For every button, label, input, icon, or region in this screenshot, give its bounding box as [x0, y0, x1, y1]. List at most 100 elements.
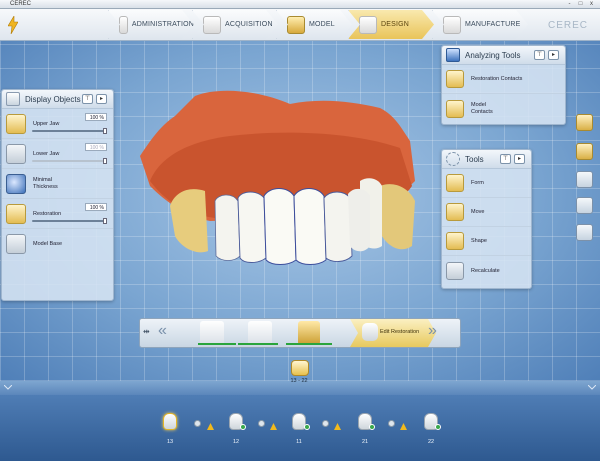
display-item-restoration[interactable]: Restoration 100 % [2, 199, 113, 229]
step-preparation-icon[interactable] [200, 321, 224, 345]
tooth-label: 11 [296, 439, 302, 445]
tool-label: Form [471, 180, 484, 186]
manufacture-icon [443, 16, 461, 34]
next-step-button[interactable]: » [428, 322, 437, 340]
display-objects-panel: Display Objects ⊤ ▸ Upper Jaw 100 % Lower… [1, 89, 114, 301]
pin-toolbar-icon[interactable]: ⇹ [143, 327, 150, 336]
chevron-down-icon[interactable] [588, 385, 596, 391]
title-bar: CEREC - □ x [0, 0, 600, 9]
restoration-icon [6, 203, 26, 224]
tool-label: Restoration Contacts [471, 76, 523, 82]
window-title: CEREC [10, 1, 32, 7]
nav-step-design[interactable]: DESIGN [348, 10, 434, 39]
side-view-button[interactable] [576, 171, 593, 188]
chevron-down-icon[interactable] [4, 385, 12, 391]
display-item-model-base[interactable]: Model Base [2, 229, 113, 259]
tooth-label: 22 [427, 439, 435, 445]
analyzing-item-model-contacts[interactable]: Model Contacts [442, 94, 565, 123]
dental-model-render[interactable] [130, 86, 430, 276]
analyzing-tools-panel: Analyzing Tools ⊤ ▸ Restoration Contacts … [441, 45, 566, 125]
side-analyze-button[interactable] [576, 143, 593, 160]
connector-icon [322, 420, 329, 427]
display-item-upper-jaw[interactable]: Upper Jaw 100 % [2, 109, 113, 139]
tool-form[interactable]: Form [442, 169, 531, 198]
tools-header: Tools ⊤ ▸ [442, 150, 531, 169]
display-objects-icon [6, 92, 20, 106]
display-item-label: Upper Jaw [33, 120, 60, 127]
step-edit-restoration[interactable]: Edit Restoration [350, 319, 436, 347]
nav-step-label: MANUFACTURE [465, 21, 521, 28]
tooth-13-button[interactable] [163, 413, 177, 430]
connector-icon [388, 420, 395, 427]
display-item-minimal-thickness[interactable]: Minimal Thickness [2, 169, 113, 199]
recalculate-icon [446, 261, 464, 280]
current-restoration-icon[interactable] [291, 360, 309, 376]
display-item-lower-jaw[interactable]: Lower Jaw 100 % [2, 139, 113, 169]
lightning-icon[interactable] [3, 11, 23, 38]
model-icon [287, 16, 305, 34]
display-item-label: Minimal Thickness [33, 176, 58, 190]
restoration-contacts-icon [446, 70, 464, 88]
move-icon [446, 203, 464, 221]
check-icon [435, 424, 441, 430]
tool-shape[interactable]: Shape [442, 227, 531, 256]
nav-step-label: ACQUISITION [225, 21, 273, 28]
minimize-button[interactable]: - [566, 1, 573, 7]
display-item-label: Restoration [33, 210, 62, 217]
design-icon [359, 16, 377, 34]
minimal-thickness-icon [6, 173, 26, 194]
panel-title: Tools [465, 154, 484, 164]
collapse-icon[interactable]: ▸ [548, 50, 559, 60]
nav-step-administration[interactable]: ADMINISTRATION [108, 10, 194, 39]
tool-label: Move [471, 209, 485, 215]
collapse-icon[interactable]: ▸ [514, 154, 525, 164]
model-contacts-icon [446, 99, 464, 118]
acquisition-icon [203, 16, 221, 34]
side-cursor-button[interactable] [576, 197, 593, 214]
pin-icon[interactable]: ⊤ [82, 94, 93, 104]
nav-step-label: ADMINISTRATION [131, 21, 194, 28]
lower-jaw-slider[interactable] [32, 158, 107, 164]
previous-step-button[interactable]: « [158, 322, 167, 340]
upper-jaw-opacity-field[interactable]: 100 % [85, 113, 107, 121]
step-complete-indicator [286, 343, 332, 345]
tool-label: Recalculate [471, 267, 500, 274]
display-item-label: Model Base [33, 241, 63, 247]
administration-icon [119, 16, 128, 34]
analyzing-tools-header: Analyzing Tools ⊤ ▸ [442, 46, 565, 65]
check-icon [304, 424, 310, 430]
side-cube-button[interactable] [576, 224, 593, 241]
step-margin-icon[interactable] [248, 321, 272, 345]
pin-icon[interactable]: ⊤ [534, 50, 545, 60]
current-tooth-range: 13 - 22 [290, 378, 308, 384]
check-icon [240, 424, 246, 430]
collapse-icon[interactable]: ▸ [96, 94, 107, 104]
close-button[interactable]: x [588, 1, 595, 7]
pin-icon[interactable]: ⊤ [500, 154, 511, 164]
tooth-label: 12 [232, 439, 240, 445]
nav-step-manufacture[interactable]: MANUFACTURE [432, 10, 528, 39]
nav-step-label: MODEL [309, 21, 335, 28]
panel-title: Analyzing Tools [465, 50, 521, 60]
tool-recalculate[interactable]: Recalculate [442, 256, 531, 285]
tooth-label: 13 [166, 439, 174, 445]
restoration-slider[interactable] [32, 218, 107, 224]
tools-panel: Tools ⊤ ▸ Form Move Shape Recalculate [441, 149, 532, 289]
analyzing-item-restoration-contacts[interactable]: Restoration Contacts [442, 65, 565, 94]
upper-jaw-slider[interactable] [32, 128, 107, 134]
nav-step-model[interactable]: MODEL [276, 10, 352, 39]
restoration-opacity-field[interactable]: 100 % [85, 203, 107, 211]
check-icon [369, 424, 375, 430]
side-restoration-button[interactable] [576, 114, 593, 131]
lower-jaw-opacity-field[interactable]: 100 % [85, 143, 107, 151]
nav-step-label: DESIGN [381, 21, 410, 28]
step-design-icon[interactable] [298, 321, 320, 345]
display-objects-header: Display Objects ⊤ ▸ [2, 90, 113, 109]
upper-jaw-icon [6, 113, 26, 134]
nav-step-acquisition[interactable]: ACQUISITION [192, 10, 278, 39]
form-icon [446, 174, 464, 192]
tool-label: Shape [471, 238, 487, 244]
lower-jaw-icon [6, 143, 26, 164]
tool-move[interactable]: Move [442, 198, 531, 227]
maximize-button[interactable]: □ [577, 1, 584, 7]
